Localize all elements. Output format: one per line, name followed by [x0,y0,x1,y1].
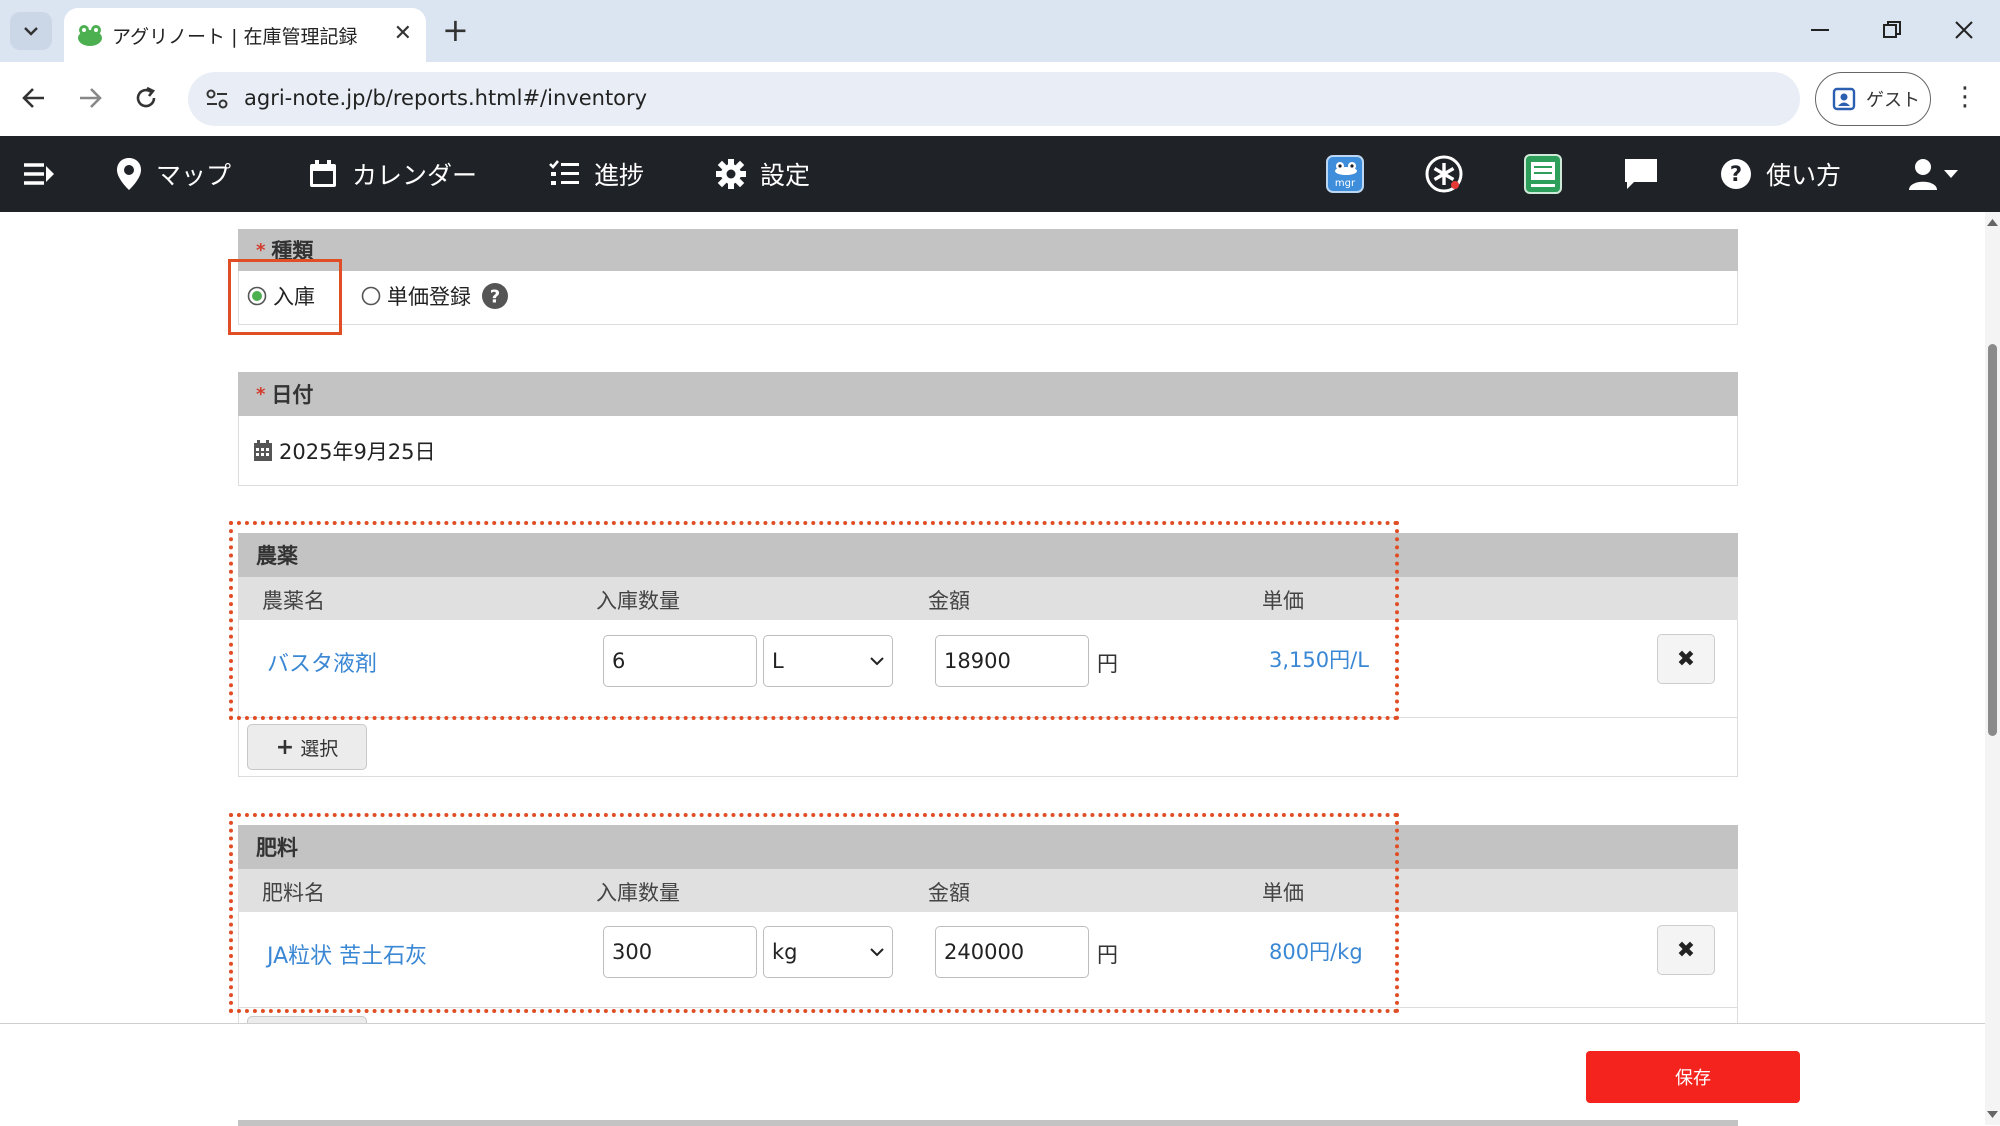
nav-diary-app-button[interactable] [1524,136,1562,212]
chat-bubble-icon [1625,159,1657,189]
close-window-button[interactable] [1944,12,1984,48]
nav-user-menu[interactable] [1908,136,1958,212]
scroll-up-arrow-icon[interactable] [1985,216,2000,228]
nav-progress[interactable]: 進捗 [548,136,644,212]
minimize-icon [1811,29,1829,31]
required-mark: * [256,383,266,405]
menu-collapse-icon [24,163,54,185]
back-button[interactable] [12,76,56,120]
restore-button[interactable] [1872,12,1912,48]
frog-favicon-icon [78,25,102,46]
type-section-body: 入庫 単価登録 ? [238,271,1738,325]
address-bar[interactable]: agri-note.jp/b/reports.html#/inventory [188,72,1800,126]
svg-text:?: ? [1730,162,1742,186]
nav-help-label: 使い方 [1766,161,1842,190]
date-picker[interactable]: 2025年9月25日 [253,436,436,466]
annotation-dotted-box [229,521,1399,720]
required-mark: * [256,239,266,261]
form-footer: 保存 [0,1023,1985,1126]
reload-button[interactable] [124,76,168,120]
new-tab-button[interactable]: + [442,13,469,47]
browser-tab[interactable]: アグリノート | 在庫管理記録 ✕ [64,8,426,62]
nav-calendar-label: カレンダー [352,161,478,190]
site-settings-icon [206,89,228,109]
mgr-label: mgr [1334,178,1356,189]
app-navbar: マップ カレンダー 進捗 設定 mgr ? 使い方 [0,136,2000,212]
chevron-down-icon [24,27,38,36]
scroll-down-arrow-icon[interactable] [1985,1109,2000,1121]
next-section-header-edge [238,1120,1738,1126]
nav-progress-label: 進捗 [594,161,645,190]
help-circle-icon: ? [1721,159,1751,189]
nav-map-label: マップ [156,161,232,190]
plus-icon: + [275,734,295,760]
task-list-icon [549,160,579,185]
browser-toolbar: agri-note.jp/b/reports.html#/inventory ゲ… [0,62,2000,136]
minimize-button[interactable] [1800,12,1840,48]
nav-mgr-app-button[interactable]: mgr [1326,136,1364,212]
tab-close-icon[interactable]: ✕ [394,21,412,46]
profile-button[interactable]: ゲスト [1815,72,1931,126]
caret-down-icon [1944,170,1958,178]
browser-menu-icon[interactable]: ⋮ [1952,82,1978,112]
close-icon: ✖ [1676,646,1696,672]
reload-icon [136,86,156,108]
date-section-title: 日付 [271,383,314,407]
close-icon: ✖ [1676,937,1696,963]
restore-icon [1883,21,1901,38]
mgr-app-icon: mgr [1326,155,1364,193]
arrow-right-icon [80,88,102,108]
date-value: 2025年9月25日 [279,440,436,464]
tab-title: アグリノート | 在庫管理記録 [112,26,358,48]
nav-messages-button[interactable] [1624,136,1658,212]
select-pesticide-button[interactable]: + 選択 [247,724,367,770]
nav-asterisk-app-button[interactable] [1424,136,1464,212]
nav-map[interactable]: マップ [116,136,231,212]
help-circle-icon[interactable]: ? [481,282,509,310]
url-text: agri-note.jp/b/reports.html#/inventory [244,86,648,110]
profile-label: ゲスト [1866,90,1920,111]
remove-row-button[interactable]: ✖ [1657,925,1715,975]
asterisk-circle-icon [1425,155,1463,193]
tab-search-button[interactable] [10,12,52,50]
nav-settings[interactable]: 設定 [716,136,810,212]
map-pin-icon [117,158,141,190]
svg-text:?: ? [490,287,500,308]
radio-unselected-icon [361,286,381,306]
date-section-body: 2025年9月25日 [238,416,1738,486]
type-section-header: * 種類 [238,229,1738,271]
gear-icon [716,159,746,189]
arrow-left-icon [22,88,44,108]
calendar-icon [310,160,336,187]
annotation-highlight-box [228,259,342,335]
nav-help[interactable]: ? 使い方 [1720,136,1841,212]
forward-button[interactable] [68,76,112,120]
radio-option-unit-price[interactable]: 単価登録 ? [361,281,509,311]
nav-calendar[interactable]: カレンダー [308,136,477,212]
vertical-scrollbar[interactable] [1985,212,2000,1125]
close-icon [1955,21,1973,39]
nav-settings-label: 設定 [760,161,811,190]
radio-unit-price-label: 単価登録 [387,285,471,309]
profile-icon [1832,87,1856,111]
date-section-header: * 日付 [238,372,1738,416]
scrollbar-thumb[interactable] [1988,344,1997,736]
notebook-app-icon [1524,154,1562,194]
remove-row-button[interactable]: ✖ [1657,634,1715,684]
user-icon [1909,159,1937,190]
save-button[interactable]: 保存 [1586,1051,1800,1103]
menu-toggle-button[interactable] [22,136,56,212]
annotation-dotted-box [229,813,1399,1013]
select-button-label: 選択 [300,737,339,760]
calendar-icon [254,440,272,461]
browser-tab-strip: アグリノート | 在庫管理記録 ✕ + [0,0,2000,62]
